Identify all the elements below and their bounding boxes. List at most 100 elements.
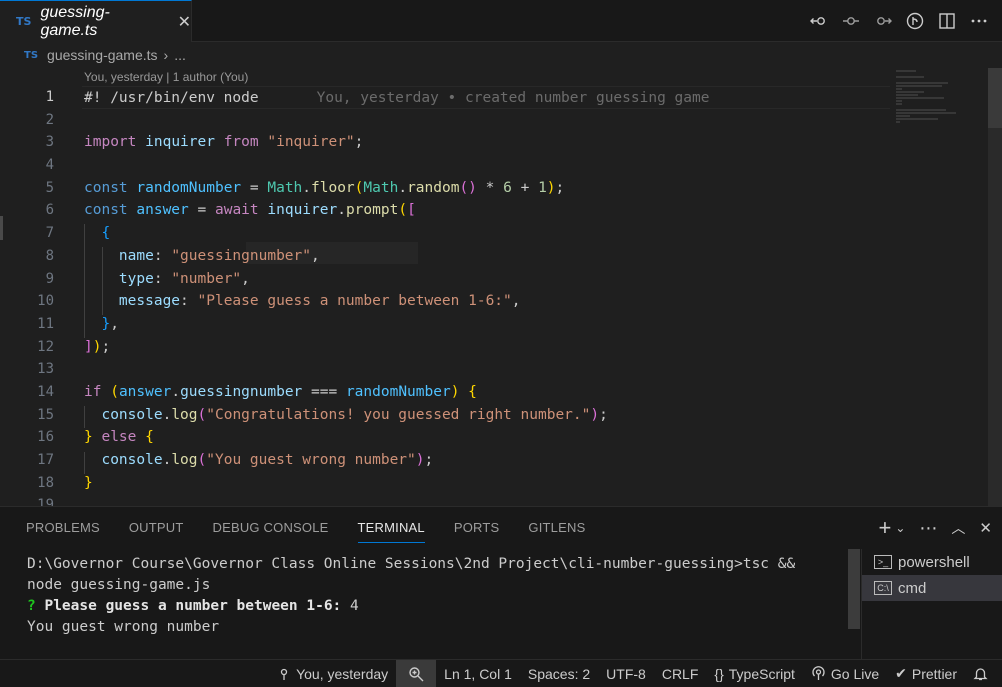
editor-tab-bar: TS guessing-game.ts ✕ xyxy=(0,0,1002,42)
tab-gitlens[interactable]: GITLENS xyxy=(528,507,585,549)
bell-icon xyxy=(973,668,988,681)
code-editor[interactable]: You, yesterday | 1 author (You) 1 2 3 4 … xyxy=(0,66,1002,506)
terminal-item-cmd[interactable]: C:\ cmd xyxy=(862,575,1002,601)
status-indentation[interactable]: Spaces: 2 xyxy=(520,660,598,687)
code-line-18: } xyxy=(84,474,93,491)
editor-scroll-thumb[interactable] xyxy=(988,68,1002,128)
tab-problems[interactable]: PROBLEMS xyxy=(26,507,100,549)
editor-tab-guessing-game[interactable]: TS guessing-game.ts ✕ xyxy=(0,0,192,42)
status-encoding[interactable]: UTF-8 xyxy=(598,660,654,687)
minimap[interactable] xyxy=(896,66,986,506)
terminal-list: >_ powershell C:\ cmd xyxy=(861,549,1002,660)
tab-label: guessing-game.ts xyxy=(40,3,110,39)
line-number: 18 xyxy=(37,474,54,491)
status-cursor-position[interactable]: Ln 1, Col 1 xyxy=(436,660,520,687)
line-number: 4 xyxy=(45,157,54,174)
maximize-panel-icon[interactable]: ︿ xyxy=(951,518,965,538)
line-number: 12 xyxy=(37,338,54,355)
new-terminal-icon[interactable]: + xyxy=(879,515,892,541)
status-go-live[interactable]: Go Live xyxy=(803,660,887,687)
typescript-file-icon: TS xyxy=(16,15,32,28)
status-language-label: TypeScript xyxy=(728,665,795,682)
editor-scrollbar[interactable] xyxy=(988,68,1002,506)
code-line-10: message: "Please guess a number between … xyxy=(118,293,521,310)
git-previous-change-icon[interactable] xyxy=(808,10,830,32)
terminal-prompt-line: ? Please guess a number between 1-6: 4 xyxy=(27,596,837,617)
broadcast-icon xyxy=(812,666,825,680)
code-line-1: #! /usr/bin/env node You, yesterday • cre… xyxy=(82,86,890,109)
code-line-14: if (answer.guessingnumber === randomNumb… xyxy=(84,383,477,400)
status-blame-label: You, yesterday xyxy=(296,665,389,682)
cmd-icon: C:\ xyxy=(874,581,892,595)
tab-debug-console[interactable]: DEBUG CONSOLE xyxy=(213,507,329,549)
status-bar: You, yesterday Ln 1, Col 1 Spaces: 2 UTF… xyxy=(0,659,1002,687)
code-line-6: const answer = await inquirer.prompt([ xyxy=(84,202,416,219)
braces-icon: {} xyxy=(714,665,724,682)
line-number: 2 xyxy=(45,111,54,128)
status-prettier-label: Prettier xyxy=(911,665,957,682)
code-line-11: }, xyxy=(101,315,119,332)
split-editor-icon[interactable] xyxy=(936,10,958,32)
status-prettier[interactable]: ✔ Prettier xyxy=(887,660,965,687)
line-number: 16 xyxy=(37,429,54,446)
close-icon[interactable]: ✕ xyxy=(178,12,191,32)
code-line-3: import inquirer from "inquirer"; xyxy=(84,134,364,151)
line-number: 3 xyxy=(45,134,54,151)
line-number: 8 xyxy=(45,247,54,264)
line-number: 7 xyxy=(45,225,54,242)
line-number: 13 xyxy=(37,361,54,378)
terminal-line: You guest wrong number xyxy=(27,619,220,635)
git-next-change-icon[interactable] xyxy=(872,10,894,32)
terminal-scrollbar[interactable] xyxy=(848,549,860,629)
bottom-panel: PROBLEMS OUTPUT DEBUG CONSOLE TERMINAL P… xyxy=(0,506,1002,660)
line-number: 10 xyxy=(37,293,54,310)
code-line-9: type: "number", xyxy=(118,270,250,287)
terminal-line: node guessing-game.js xyxy=(27,577,211,593)
code-line-7: { xyxy=(101,225,111,242)
gitlens-icon[interactable] xyxy=(904,10,926,32)
line-number: 6 xyxy=(45,202,54,219)
chevron-down-icon[interactable]: ⌄ xyxy=(895,521,905,535)
line-number: 5 xyxy=(45,179,54,196)
chevron-right-icon: › xyxy=(163,47,169,63)
breadcrumb-symbol[interactable]: ... xyxy=(174,47,186,63)
powershell-icon: >_ xyxy=(874,555,892,569)
close-panel-icon[interactable]: ✕ xyxy=(979,519,992,537)
breadcrumb: TS guessing-game.ts › ... xyxy=(0,44,186,66)
more-actions-icon[interactable]: ⋯ xyxy=(919,518,937,539)
tab-output[interactable]: OUTPUT xyxy=(129,507,184,549)
code-content[interactable]: #! /usr/bin/env node You, yesterday • cre… xyxy=(82,86,890,506)
git-commit-icon[interactable] xyxy=(840,10,862,32)
status-git-blame[interactable]: You, yesterday xyxy=(269,660,396,687)
editor-actions xyxy=(808,0,1002,42)
code-line-12: ]); xyxy=(84,338,111,355)
code-line-5: const randomNumber = Math.floor(Math.ran… xyxy=(84,179,565,196)
code-line-17: console.log("You guest wrong number"); xyxy=(101,452,434,468)
status-zoom[interactable] xyxy=(396,659,437,687)
tab-terminal[interactable]: TERMINAL xyxy=(357,507,426,549)
code-line-8: name: "guessingnumber", xyxy=(118,247,320,264)
code-line-15: console.log("Congratulations! you guesse… xyxy=(101,406,608,423)
status-eol[interactable]: CRLF xyxy=(654,660,707,687)
prompt-text: Please guess a number between 1-6: xyxy=(44,598,342,614)
breadcrumb-file[interactable]: guessing-game.ts xyxy=(47,47,158,63)
codelens-authors[interactable]: You, yesterday | 1 author (You) xyxy=(84,70,248,84)
panel-actions: + ⌄ ⋯ ︿ ✕ xyxy=(879,507,993,549)
terminal-item-powershell[interactable]: >_ powershell xyxy=(862,549,1002,575)
terminal-item-label: cmd xyxy=(898,579,927,597)
line-number: 9 xyxy=(45,270,54,287)
status-notifications[interactable] xyxy=(965,660,1002,687)
terminal-output[interactable]: D:\Governor Course\Governor Class Online… xyxy=(27,554,837,638)
more-actions-icon[interactable] xyxy=(968,10,990,32)
tab-ports[interactable]: PORTS xyxy=(454,507,500,549)
zoom-icon xyxy=(409,666,424,681)
line-number-gutter: 1 2 3 4 5 6 7 8 9 10 11 12 13 14 15 16 1… xyxy=(0,86,56,506)
line-number: 1 xyxy=(45,89,54,105)
prompt-mark: ? xyxy=(27,598,36,614)
status-language[interactable]: {} TypeScript xyxy=(706,660,803,687)
inline-blame[interactable]: You, yesterday • created number guessing… xyxy=(317,90,710,106)
line-number: 17 xyxy=(37,452,54,468)
